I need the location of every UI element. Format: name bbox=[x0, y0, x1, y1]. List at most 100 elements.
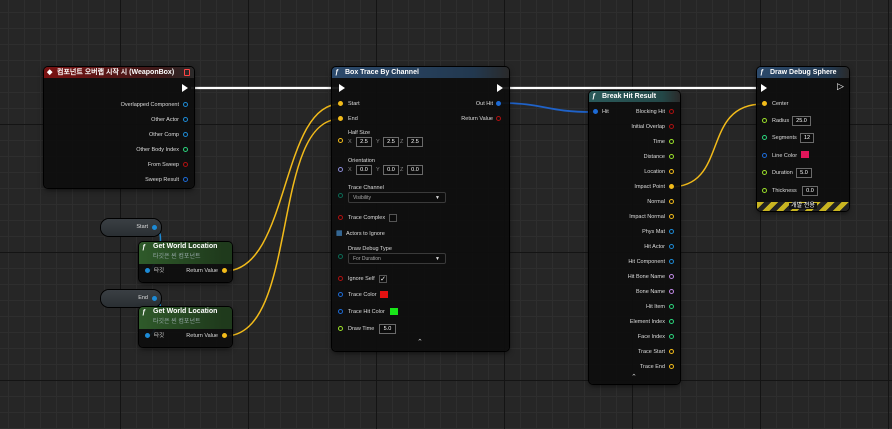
duration-field[interactable]: 5.0 bbox=[796, 168, 812, 178]
pin-dot[interactable] bbox=[338, 254, 343, 259]
gwl2-return-label: Return Value bbox=[186, 333, 218, 339]
collapse-chevron-icon[interactable]: ⌃ bbox=[417, 338, 423, 346]
pin-dot[interactable] bbox=[183, 177, 188, 182]
pin-dot[interactable] bbox=[669, 349, 674, 354]
trace-complex-checkbox[interactable] bbox=[389, 214, 397, 222]
start-variable-node[interactable]: Start bbox=[101, 219, 161, 236]
pin-dot[interactable] bbox=[338, 292, 343, 297]
pin-dot[interactable] bbox=[669, 364, 674, 369]
pin-dot[interactable] bbox=[669, 139, 674, 144]
delegate-icon[interactable] bbox=[184, 69, 190, 76]
pin-dot[interactable] bbox=[145, 333, 150, 338]
trace-color-swatch[interactable] bbox=[380, 291, 388, 298]
exec-out-pin[interactable] bbox=[497, 84, 503, 92]
pin-dot[interactable] bbox=[762, 188, 767, 193]
end-variable-node[interactable]: End bbox=[101, 290, 161, 307]
pin-dot[interactable] bbox=[183, 132, 188, 137]
pin-dot[interactable] bbox=[669, 319, 674, 324]
get-world-location-node-2[interactable]: ƒ Get World Location 타깃은 씬 컴포넌트 타깃 Retur… bbox=[139, 307, 232, 347]
pin-dot[interactable] bbox=[762, 135, 767, 140]
draw-debug-sphere-node[interactable]: ƒ Draw Debug Sphere ▷ Center Radius 25.0… bbox=[757, 67, 849, 211]
pin-dot[interactable] bbox=[496, 116, 501, 121]
pin-dot[interactable] bbox=[669, 154, 674, 159]
pin-dot[interactable] bbox=[338, 167, 343, 172]
pin-dot[interactable] bbox=[496, 101, 501, 106]
orientation-z-field[interactable]: 0.0 bbox=[407, 165, 423, 175]
orientation-x-field[interactable]: 0.0 bbox=[356, 165, 372, 175]
trace-channel-dropdown[interactable]: Visibility ▼ bbox=[348, 192, 446, 203]
radius-field[interactable]: 25.0 bbox=[792, 116, 811, 126]
pin-dot[interactable] bbox=[152, 296, 157, 301]
pin-dot[interactable] bbox=[669, 109, 674, 114]
pin-dot[interactable] bbox=[669, 304, 674, 309]
orientation-y-field[interactable]: 0.0 bbox=[383, 165, 399, 175]
half-size-z-field[interactable]: 2.5 bbox=[407, 137, 423, 147]
pin-dot[interactable] bbox=[338, 309, 343, 314]
chevron-down-icon: ▼ bbox=[435, 195, 440, 201]
gwl2-target-label: 타깃 bbox=[154, 333, 165, 339]
pin-dot[interactable] bbox=[762, 101, 767, 106]
ignore-self-checkbox[interactable]: ✓ bbox=[379, 275, 387, 283]
pin-dot[interactable] bbox=[338, 276, 343, 281]
pin-dot[interactable] bbox=[669, 259, 674, 264]
pin-dot[interactable] bbox=[669, 274, 674, 279]
pin-dot[interactable] bbox=[762, 153, 767, 158]
pin-dot[interactable] bbox=[338, 138, 343, 143]
pin-dot[interactable] bbox=[183, 147, 188, 152]
break-hit-pin-label: Phys Mat bbox=[642, 229, 665, 235]
pin-dot[interactable] bbox=[183, 117, 188, 122]
box-trace-header[interactable]: ƒ Box Trace By Channel bbox=[332, 67, 509, 78]
pin-dot[interactable] bbox=[669, 169, 674, 174]
pin-dot[interactable] bbox=[669, 214, 674, 219]
trace-hit-color-swatch[interactable] bbox=[390, 308, 398, 315]
pin-dot[interactable] bbox=[338, 215, 343, 220]
pin-dot[interactable] bbox=[152, 225, 157, 230]
get-world-location-node-1[interactable]: ƒ Get World Location 타깃은 씬 컴포넌트 타깃 Retur… bbox=[139, 242, 232, 282]
pin-dot[interactable] bbox=[338, 101, 343, 106]
pin-dot[interactable] bbox=[669, 289, 674, 294]
collapse-chevron-icon[interactable]: ⌃ bbox=[631, 373, 637, 381]
debug-sphere-header[interactable]: ƒ Draw Debug Sphere bbox=[757, 67, 849, 78]
pin-dot[interactable] bbox=[669, 244, 674, 249]
line-color-swatch[interactable] bbox=[801, 151, 809, 158]
box-trace-node[interactable]: ƒ Box Trace By Channel Start Out Hit End… bbox=[332, 67, 509, 351]
overlap-event-node[interactable]: ◆ 컴포넌트 오버랩 시작 시 (WeaponBox) Overlapped C… bbox=[44, 67, 194, 188]
thickness-field[interactable]: 0.0 bbox=[802, 186, 818, 196]
half-size-y-field[interactable]: 2.5 bbox=[383, 137, 399, 147]
pin-dot[interactable] bbox=[669, 124, 674, 129]
pin-dot[interactable] bbox=[183, 162, 188, 167]
pin-dot[interactable] bbox=[762, 118, 767, 123]
pin-dot[interactable] bbox=[338, 326, 343, 331]
gwl1-subtitle: 타깃은 씬 컴포넌트 bbox=[153, 254, 201, 260]
pin-dot[interactable] bbox=[145, 268, 150, 273]
half-size-x-field[interactable]: 2.5 bbox=[356, 137, 372, 147]
gwl1-header[interactable]: ƒ Get World Location 타깃은 씬 컴포넌트 bbox=[139, 242, 232, 264]
gwl1-target-label: 타깃 bbox=[154, 268, 165, 274]
break-hit-result-node[interactable]: ƒ Break Hit Result Hit Blocking Hit Initi… bbox=[589, 91, 680, 384]
trace-channel-label: Trace Channel bbox=[348, 185, 384, 191]
pin-dot[interactable] bbox=[669, 334, 674, 339]
pin-dot[interactable] bbox=[338, 116, 343, 121]
pin-dot[interactable] bbox=[669, 199, 674, 204]
pin-dot[interactable] bbox=[222, 333, 227, 338]
event-header[interactable]: ◆ 컴포넌트 오버랩 시작 시 (WeaponBox) bbox=[44, 67, 194, 78]
segments-field[interactable]: 12 bbox=[800, 133, 814, 143]
pin-dot[interactable] bbox=[183, 102, 188, 107]
pin-dot[interactable] bbox=[338, 193, 343, 198]
pin-other-actor: Other Actor bbox=[151, 117, 179, 123]
pin-dot[interactable] bbox=[669, 229, 674, 234]
draw-debug-type-dropdown[interactable]: For Duration ▼ bbox=[348, 253, 446, 264]
pin-dot[interactable] bbox=[222, 268, 227, 273]
pin-dot[interactable] bbox=[762, 170, 767, 175]
exec-in-pin[interactable] bbox=[339, 84, 345, 92]
exec-out-pin[interactable] bbox=[182, 84, 188, 92]
draw-time-field[interactable]: 5.0 bbox=[379, 324, 396, 334]
gwl2-header[interactable]: ƒ Get World Location 타깃은 씬 컴포넌트 bbox=[139, 307, 232, 329]
pin-dot[interactable] bbox=[593, 109, 598, 114]
return-value-label: Return Value bbox=[461, 116, 493, 122]
break-hit-header[interactable]: ƒ Break Hit Result bbox=[589, 91, 680, 102]
exec-in-pin[interactable] bbox=[761, 84, 767, 92]
pin-sweep-result: Sweep Result bbox=[145, 177, 179, 183]
pin-dot[interactable] bbox=[669, 184, 674, 189]
development-only-banner: 개발 전용 bbox=[757, 202, 849, 211]
